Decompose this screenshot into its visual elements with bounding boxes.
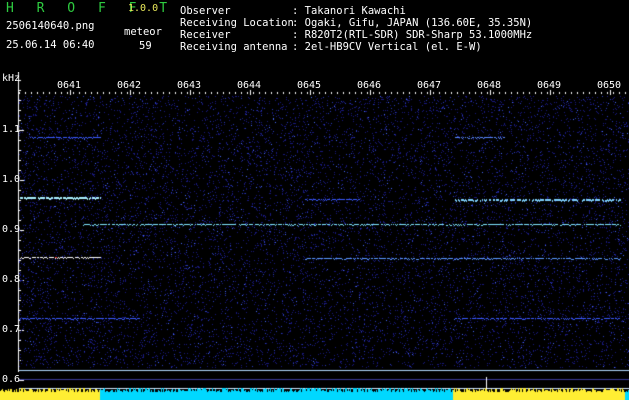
x-tick-label: 0641 bbox=[57, 80, 82, 91]
meteor-count: 59 bbox=[139, 40, 152, 52]
x-tick-label: 0643 bbox=[177, 80, 202, 91]
location-label: Receiving Location bbox=[180, 17, 294, 29]
spectrogram-panel: kHz 1.1 1.0 0.9 0.8 0.7 0.6 0641 0642 06… bbox=[0, 72, 629, 400]
x-tick-label: 0646 bbox=[357, 80, 382, 91]
observer-label: Observer bbox=[180, 5, 231, 17]
y-tick-label: 1.1 bbox=[2, 124, 21, 135]
receiver-label: Receiver bbox=[180, 29, 231, 41]
observer-value: : Takanori Kawachi bbox=[292, 5, 406, 17]
x-tick-label: 0648 bbox=[477, 80, 502, 91]
antenna-value: : 2el-HB9CV Vertical (el. E-W) bbox=[292, 41, 482, 53]
location-value: : Ogaki, Gifu, JAPAN (136.60E, 35.35N) bbox=[292, 17, 533, 29]
x-tick-label: 0650 bbox=[597, 80, 622, 91]
antenna-label: Receiving antenna bbox=[180, 41, 288, 53]
meteor-label: meteor bbox=[124, 26, 162, 38]
x-tick-label: 0642 bbox=[117, 80, 142, 91]
x-tick-label: 0647 bbox=[417, 80, 442, 91]
datetime-label: 25.06.14 06:40 bbox=[6, 39, 95, 51]
y-unit-label: kHz bbox=[2, 73, 21, 84]
x-tick-label: 0649 bbox=[537, 80, 562, 91]
x-tick-label: 0644 bbox=[237, 80, 262, 91]
y-tick-label: 0.7 bbox=[2, 324, 21, 335]
y-tick-label: 0.6 bbox=[2, 374, 21, 385]
y-tick-label: 1.0 bbox=[2, 174, 21, 185]
x-tick-label: 0645 bbox=[297, 80, 322, 91]
receiver-value: : R820T2(RTL-SDR) SDR-Sharp 53.1000MHz bbox=[292, 29, 533, 41]
filename-label: 2506140640.png bbox=[6, 20, 95, 32]
y-tick-label: 0.8 bbox=[2, 274, 21, 285]
y-tick-label: 0.9 bbox=[2, 224, 21, 235]
spectrogram-canvas bbox=[0, 72, 629, 400]
app-version: 1.0.0 bbox=[128, 3, 159, 14]
